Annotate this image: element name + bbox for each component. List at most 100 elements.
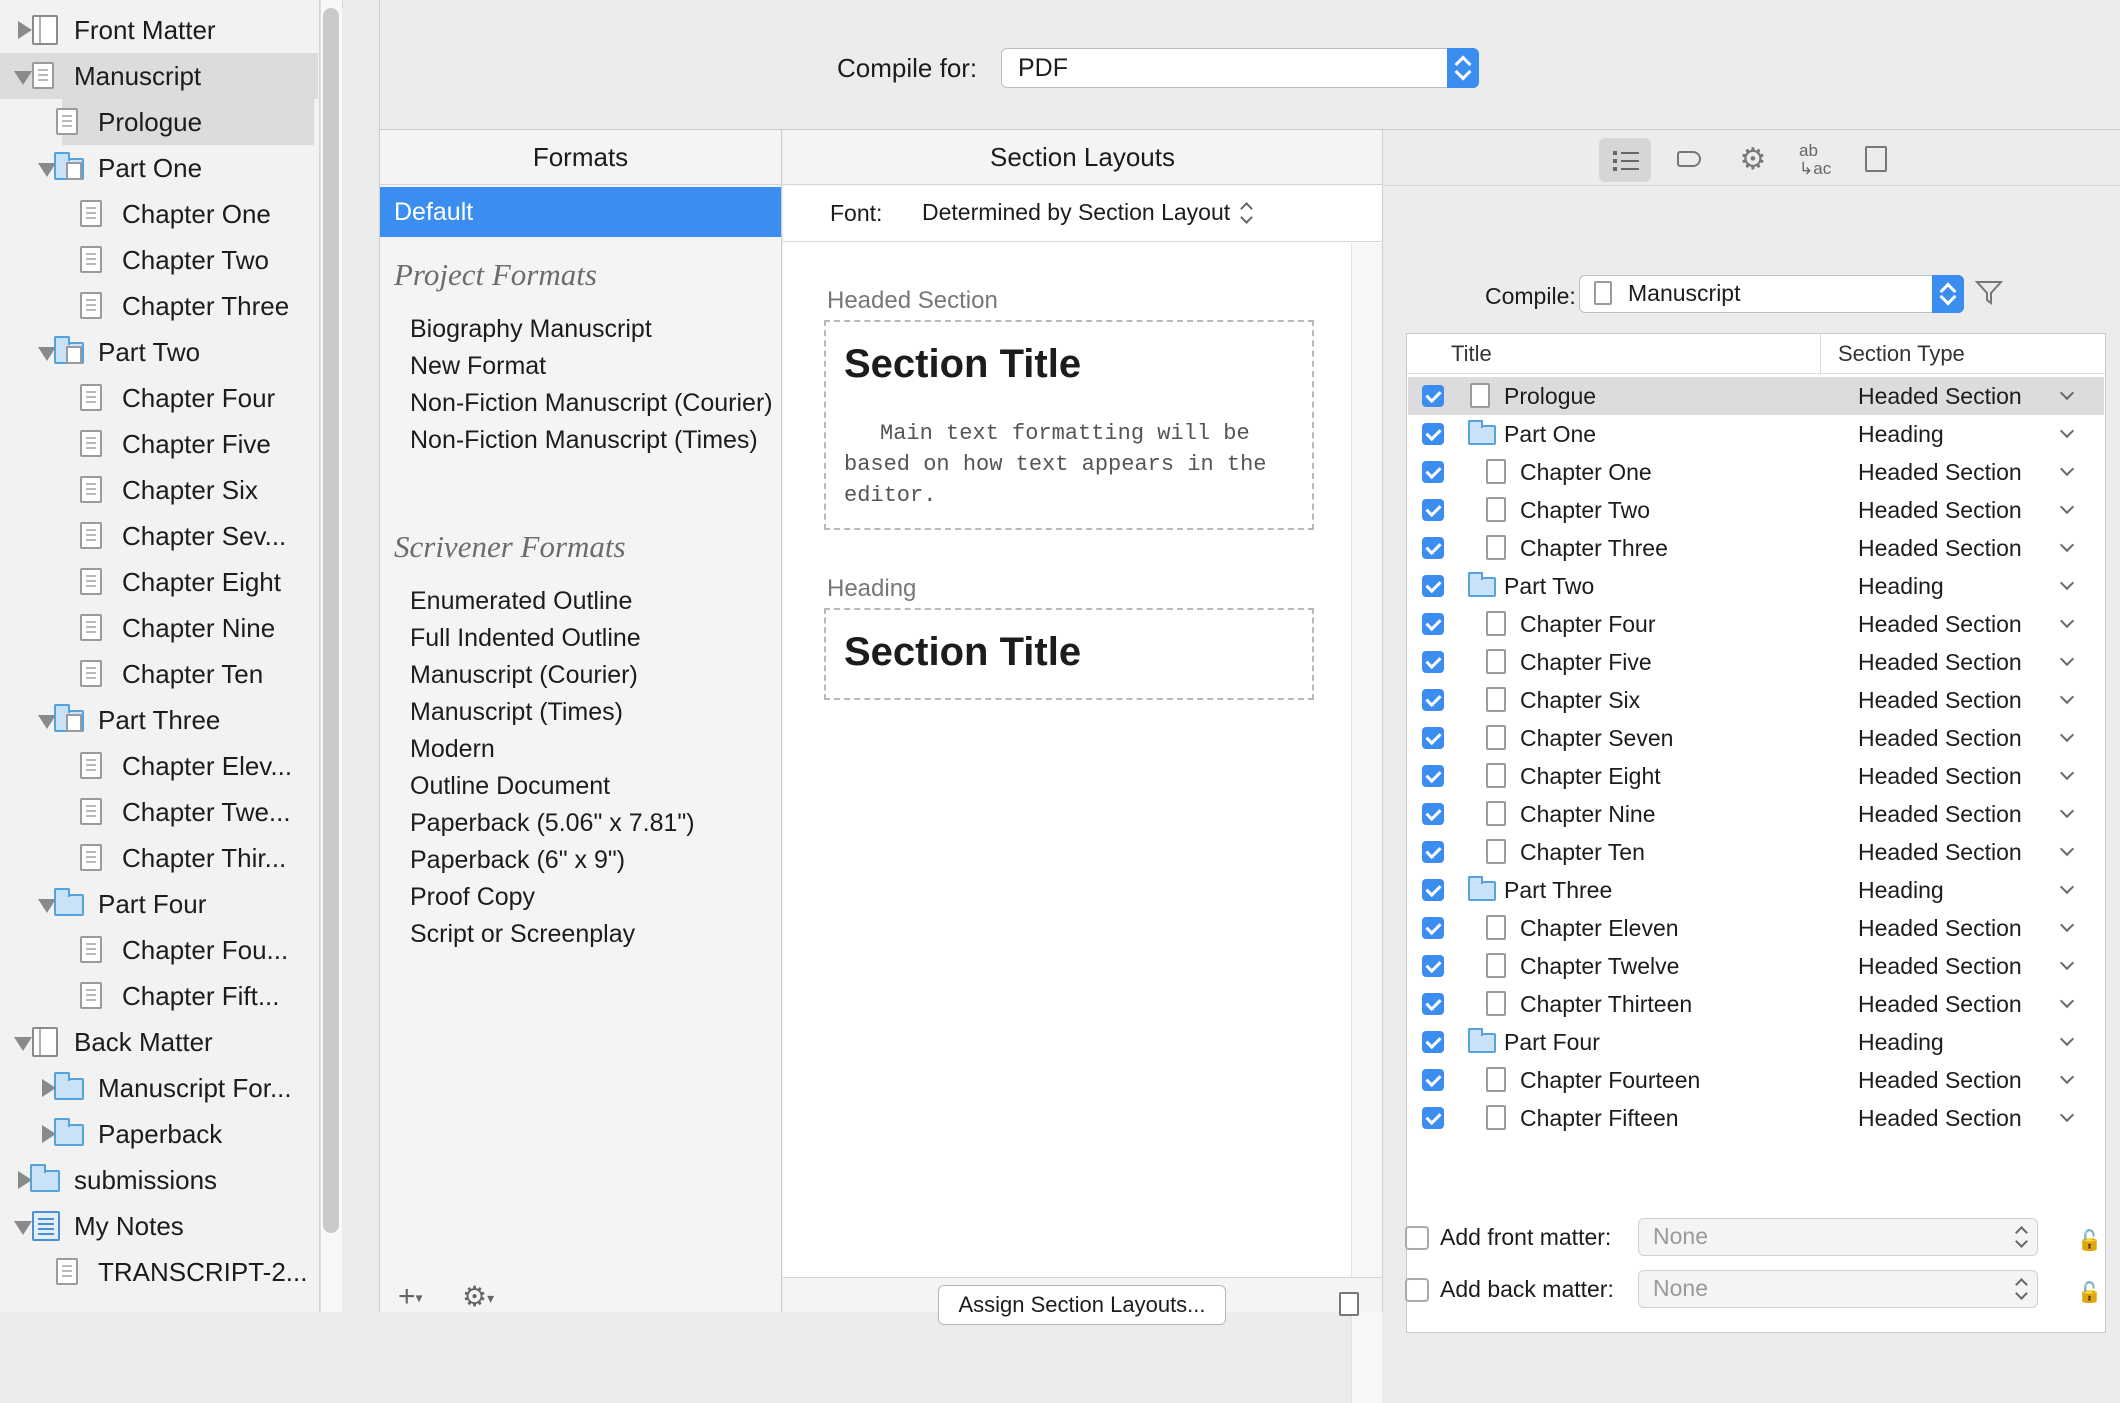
contents-row[interactable]: Chapter Fifteen Headed Section xyxy=(1408,1099,2104,1137)
section-type-select[interactable]: Headed Section xyxy=(1858,985,2022,1023)
contents-row[interactable]: Chapter Eleven Headed Section xyxy=(1408,909,2104,947)
lock-icon[interactable]: 🔓 xyxy=(2077,1228,2102,1253)
disclosure-open-icon[interactable] xyxy=(14,53,34,99)
format-item[interactable]: Non-Fiction Manuscript (Times) xyxy=(410,426,758,455)
col-section-type-header[interactable]: Section Type xyxy=(1838,334,1965,374)
add-front-matter-checkbox[interactable] xyxy=(1405,1226,1429,1250)
col-title-header[interactable]: Title xyxy=(1451,334,1821,374)
binder-item[interactable]: Back Matter xyxy=(0,1019,318,1065)
section-type-select[interactable]: Headed Section xyxy=(1858,1099,2022,1137)
assign-section-layouts-button[interactable]: Assign Section Layouts... xyxy=(938,1285,1226,1325)
disclosure-open-icon[interactable] xyxy=(14,1203,34,1249)
include-checkbox[interactable] xyxy=(1422,385,1444,407)
contents-row[interactable]: Chapter Thirteen Headed Section xyxy=(1408,985,2104,1023)
binder-item[interactable]: Chapter Nine xyxy=(0,605,318,651)
binder-item[interactable]: Part Three xyxy=(0,697,318,743)
contents-row[interactable]: Part One Heading xyxy=(1408,415,2104,453)
gear-icon[interactable]: ⚙ xyxy=(1727,138,1779,182)
binder-item[interactable]: Manuscript xyxy=(0,53,318,99)
include-checkbox[interactable] xyxy=(1422,803,1444,825)
compile-for-select[interactable]: PDF xyxy=(1001,48,1479,88)
binder-item[interactable]: Prologue xyxy=(0,99,318,145)
layout-preview-heading[interactable]: Section Title xyxy=(824,608,1314,700)
section-type-select[interactable]: Headed Section xyxy=(1858,795,2022,833)
contents-row[interactable]: Chapter Three Headed Section xyxy=(1408,529,2104,567)
contents-row[interactable]: Chapter Nine Headed Section xyxy=(1408,795,2104,833)
list-icon[interactable] xyxy=(1599,138,1651,182)
format-item[interactable]: Proof Copy xyxy=(410,883,535,912)
section-type-select[interactable]: Headed Section xyxy=(1858,453,2022,491)
disclosure-closed-icon[interactable] xyxy=(14,7,34,53)
binder-item[interactable]: Chapter Three xyxy=(0,283,318,329)
binder-item[interactable]: submissions xyxy=(0,1157,318,1203)
format-item[interactable]: Paperback (6" x 9") xyxy=(410,846,625,875)
include-checkbox[interactable] xyxy=(1422,575,1444,597)
binder-item[interactable]: Manuscript For... xyxy=(0,1065,318,1111)
font-select[interactable]: Determined by Section Layout xyxy=(922,198,1242,226)
format-default[interactable]: Default xyxy=(380,187,781,237)
binder-item[interactable]: Front Matter xyxy=(0,7,318,53)
format-item[interactable]: Full Indented Outline xyxy=(410,624,641,653)
binder-item[interactable]: Chapter Fift... xyxy=(0,973,318,1019)
binder-item[interactable]: Chapter Sev... xyxy=(0,513,318,559)
include-checkbox[interactable] xyxy=(1422,1107,1444,1129)
front-matter-select[interactable]: None xyxy=(1638,1218,2038,1256)
add-format-button[interactable]: +▾ xyxy=(398,1280,423,1314)
include-checkbox[interactable] xyxy=(1422,499,1444,521)
binder-item[interactable]: TRANSCRIPT-2... xyxy=(0,1249,318,1295)
page-settings-icon[interactable] xyxy=(1339,1292,1359,1316)
tag-icon[interactable] xyxy=(1665,138,1717,182)
section-type-select[interactable]: Headed Section xyxy=(1858,643,2022,681)
format-item[interactable]: Manuscript (Courier) xyxy=(410,661,638,690)
compile-group-select[interactable]: Manuscript xyxy=(1579,275,1964,313)
section-type-select[interactable]: Headed Section xyxy=(1858,719,2022,757)
format-actions-button[interactable]: ⚙▾ xyxy=(462,1280,494,1313)
binder-item[interactable]: Chapter Thir... xyxy=(0,835,318,881)
contents-row[interactable]: Part Two Heading xyxy=(1408,567,2104,605)
include-checkbox[interactable] xyxy=(1422,613,1444,635)
add-back-matter-checkbox[interactable] xyxy=(1405,1278,1429,1302)
section-type-select[interactable]: Headed Section xyxy=(1858,909,2022,947)
include-checkbox[interactable] xyxy=(1422,841,1444,863)
replacements-icon[interactable]: ab ↳ac xyxy=(1789,138,1841,182)
contents-row[interactable]: Chapter Fourteen Headed Section xyxy=(1408,1061,2104,1099)
binder-item[interactable]: Part Four xyxy=(0,881,318,927)
format-item[interactable]: Biography Manuscript xyxy=(410,315,652,344)
contents-row[interactable]: Chapter One Headed Section xyxy=(1408,453,2104,491)
contents-row[interactable]: Chapter Eight Headed Section xyxy=(1408,757,2104,795)
binder-item[interactable]: Part One xyxy=(0,145,318,191)
section-type-select[interactable]: Headed Section xyxy=(1858,1061,2022,1099)
binder-item[interactable]: Paperback xyxy=(0,1111,318,1157)
lock-icon[interactable]: 🔓 xyxy=(2077,1280,2102,1305)
section-type-select[interactable]: Headed Section xyxy=(1858,681,2022,719)
include-checkbox[interactable] xyxy=(1422,917,1444,939)
section-type-select[interactable]: Headed Section xyxy=(1858,947,2022,985)
section-type-select[interactable]: Heading xyxy=(1858,567,1944,605)
binder-item[interactable]: Chapter One xyxy=(0,191,318,237)
binder-item[interactable]: Chapter Twe... xyxy=(0,789,318,835)
format-item[interactable]: Enumerated Outline xyxy=(410,587,632,616)
section-type-select[interactable]: Heading xyxy=(1858,1023,1944,1061)
include-checkbox[interactable] xyxy=(1422,993,1444,1015)
binder-item[interactable]: Chapter Elev... xyxy=(0,743,318,789)
binder-item[interactable]: Chapter Fou... xyxy=(0,927,318,973)
binder-item[interactable]: Chapter Four xyxy=(0,375,318,421)
include-checkbox[interactable] xyxy=(1422,461,1444,483)
format-item[interactable]: Outline Document xyxy=(410,772,610,801)
binder-item[interactable]: My Notes xyxy=(0,1203,318,1249)
format-item[interactable]: Manuscript (Times) xyxy=(410,698,623,727)
binder-item[interactable]: Chapter Six xyxy=(0,467,318,513)
metadata-icon[interactable] xyxy=(1851,138,1903,182)
section-type-select[interactable]: Headed Section xyxy=(1858,605,2022,643)
layout-preview-headed-section[interactable]: Section Title Main text formatting will … xyxy=(824,320,1314,530)
binder-item[interactable]: Chapter Two xyxy=(0,237,318,283)
back-matter-select[interactable]: None xyxy=(1638,1270,2038,1308)
include-checkbox[interactable] xyxy=(1422,727,1444,749)
include-checkbox[interactable] xyxy=(1422,765,1444,787)
format-item[interactable]: Non-Fiction Manuscript (Courier) xyxy=(410,389,773,418)
section-type-select[interactable]: Heading xyxy=(1858,415,1944,453)
section-type-select[interactable]: Headed Section xyxy=(1858,491,2022,529)
include-checkbox[interactable] xyxy=(1422,651,1444,673)
binder-item[interactable]: Chapter Eight xyxy=(0,559,318,605)
section-type-select[interactable]: Heading xyxy=(1858,871,1944,909)
